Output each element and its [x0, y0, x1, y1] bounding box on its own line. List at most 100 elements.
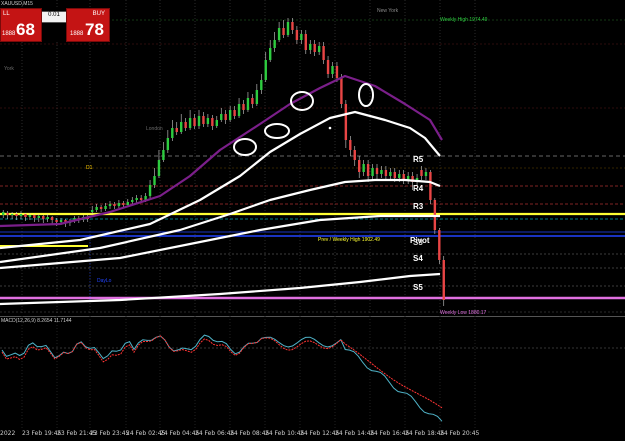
daylo-label: DayLo — [97, 278, 112, 284]
one-click-trade-panel: LL 1888 68 0.01 BUY 1888 78 — [0, 8, 110, 42]
candle-body — [117, 203, 121, 206]
candle-body — [95, 207, 98, 210]
candle-body — [251, 98, 254, 104]
oscillator-chart[interactable] — [0, 316, 625, 430]
candle-body — [331, 66, 334, 74]
candle-body — [50, 217, 54, 220]
time-axis: 2022 23 Feb 19:45 23 Feb 21:45 23 Feb 23:45… — [0, 430, 625, 441]
candle-body — [353, 150, 356, 160]
buy-label: BUY — [92, 11, 105, 17]
candle-body — [255, 90, 259, 104]
candle-body — [171, 128, 174, 138]
time-axis-label: 24 Feb 12:45 — [300, 430, 340, 437]
candle-body — [184, 122, 187, 128]
level-s4: S4 — [413, 254, 423, 263]
candle-body — [380, 170, 383, 174]
candle-body — [366, 164, 370, 176]
sell-price-small: 1888 — [2, 31, 16, 37]
candle-body — [55, 220, 58, 222]
time-axis-label: 24 Feb 10:45 — [265, 430, 305, 437]
sell-button[interactable]: LL 1888 68 — [0, 8, 42, 42]
candle-body — [135, 198, 138, 200]
candle-body — [2, 212, 5, 215]
candle-body — [6, 213, 9, 215]
candle-body — [335, 66, 339, 78]
prev-weekly-high-label: Prev / Weekly High 1902.49 — [318, 237, 380, 243]
candle-body — [269, 48, 272, 60]
candle-body — [313, 44, 316, 52]
candle-body — [37, 216, 40, 218]
buy-button[interactable]: BUY 1888 78 — [66, 8, 110, 42]
candle-body — [375, 168, 379, 174]
candle-body — [113, 204, 116, 206]
candle-body — [260, 80, 263, 90]
candle-body — [291, 22, 294, 30]
time-axis-label: 24 Feb 06:45 — [195, 430, 235, 437]
candle-body — [122, 203, 125, 205]
candle-body — [393, 172, 396, 178]
candle-body — [15, 214, 18, 216]
sell-label: LL — [3, 11, 10, 17]
candle-body — [211, 118, 214, 126]
candle-body — [33, 215, 36, 218]
candle-body — [286, 22, 290, 35]
candle-body — [264, 60, 267, 80]
candle-body — [28, 215, 32, 217]
candle-body — [220, 114, 223, 120]
candle-body — [322, 46, 325, 60]
candle-body — [420, 170, 423, 176]
candle-body — [202, 116, 205, 124]
candle-body — [206, 118, 210, 124]
level-r5: R5 — [413, 155, 424, 164]
candle-body — [317, 46, 321, 52]
candle-body — [166, 138, 170, 150]
candle-body — [224, 114, 227, 120]
candle-body — [162, 150, 165, 160]
candle-body — [215, 120, 218, 126]
candle-body — [193, 118, 196, 126]
candle-body — [108, 204, 112, 206]
session-london: London — [146, 126, 163, 132]
time-axis-label: 24 Feb 04:45 — [160, 430, 200, 437]
candle-body — [99, 207, 103, 209]
candle-body — [153, 176, 156, 185]
level-s3: S3 — [413, 238, 423, 247]
candle-body — [282, 28, 285, 35]
candle-body — [349, 140, 352, 150]
candle-body — [438, 230, 441, 260]
candle-body — [10, 214, 14, 215]
candle-body — [46, 217, 49, 219]
level-r3: R3 — [413, 202, 424, 211]
time-axis-label: 2022 — [0, 430, 16, 437]
candle-body — [126, 202, 129, 205]
candle-body — [148, 185, 152, 196]
candle-body — [389, 172, 392, 176]
candle-body — [197, 116, 201, 126]
candle-body — [233, 110, 236, 116]
annotation-dot — [328, 126, 332, 130]
candle-body — [429, 172, 432, 200]
time-axis-label: 23 Feb 23:45 — [90, 430, 130, 437]
time-axis-label: 24 Feb 20:45 — [440, 430, 480, 437]
sell-price-big: 68 — [16, 20, 35, 39]
candle-body — [42, 216, 45, 219]
weekly-high-label: Weekly High 1974.49 — [440, 17, 488, 23]
candle-body — [228, 110, 232, 120]
candle-body — [242, 104, 245, 110]
price-chart[interactable] — [0, 0, 625, 315]
candle-body — [188, 118, 192, 128]
candle-body — [277, 28, 281, 40]
candle-body — [273, 40, 276, 48]
candle-body — [139, 198, 143, 200]
candle-body — [358, 160, 361, 172]
indicator-label: MACD(12,26,9) 8.2654 11.7144 — [1, 318, 72, 324]
candle-body — [157, 160, 161, 176]
candle-body — [424, 172, 428, 176]
time-axis-label: 23 Feb 19:45 — [22, 430, 62, 437]
candle-body — [304, 34, 307, 50]
candle-body — [295, 30, 299, 40]
session-new-york: New York — [377, 8, 399, 14]
candle-body — [175, 128, 178, 132]
lot-size-input[interactable]: 0.01 — [41, 11, 67, 23]
d1-label: D1 — [86, 165, 93, 171]
